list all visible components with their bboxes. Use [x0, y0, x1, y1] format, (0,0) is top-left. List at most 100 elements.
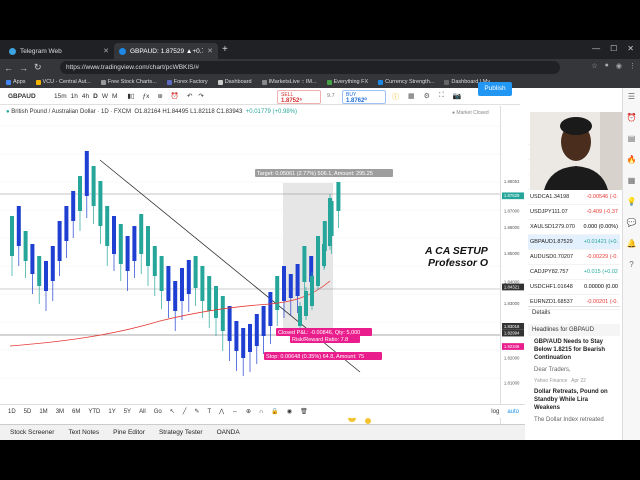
- close-window-icon[interactable]: ✕: [627, 44, 634, 53]
- reload-icon[interactable]: ↻: [34, 62, 42, 73]
- watchlist-row[interactable]: GBPAUD1.87529 +0.01421 (+0.: [528, 235, 620, 250]
- brush-icon[interactable]: ✎: [194, 408, 199, 415]
- stop-label[interactable]: Stop: 0.00648 (0.35%) 64.8, Amount: 75: [264, 352, 382, 360]
- measure-icon[interactable]: ⇔: [232, 409, 238, 415]
- risk-reward-label[interactable]: Risk/Reward Ratio: 7.8: [290, 335, 360, 343]
- bookmark-everything-fx[interactable]: Everything FX: [326, 79, 368, 85]
- details-header[interactable]: Details: [528, 306, 620, 318]
- tab-pine-editor[interactable]: Pine Editor: [113, 429, 145, 436]
- watchlist-row[interactable]: CADJPY82.757 +0.015 (+0.02: [528, 265, 620, 280]
- range-ytd[interactable]: YTD: [88, 409, 100, 415]
- tab-stock-screener[interactable]: Stock Screener: [10, 429, 54, 436]
- log-toggle[interactable]: log: [491, 409, 499, 415]
- calendar-icon[interactable]: ▦: [628, 176, 636, 185]
- range-1y[interactable]: 1Y: [108, 409, 115, 415]
- zoom-icon[interactable]: ⊕: [246, 408, 251, 415]
- watchlist-change: 0.00000 (0.00: [584, 284, 618, 290]
- star-icon[interactable]: ☆: [591, 62, 597, 70]
- range-5y[interactable]: 5Y: [124, 409, 131, 415]
- watchlist-row[interactable]: USDJPY111.07 -0.409 (-0.37: [528, 205, 620, 220]
- new-tab-button[interactable]: +: [222, 44, 228, 55]
- interval-d[interactable]: D: [93, 93, 98, 100]
- maximize-icon[interactable]: ☐: [610, 44, 617, 53]
- close-tab-icon[interactable]: ✕: [207, 47, 213, 55]
- watchlist-row[interactable]: USDCHF1.01648 0.00000 (0.00: [528, 280, 620, 295]
- magnet-icon[interactable]: ∩: [259, 409, 263, 415]
- range-5d[interactable]: 5D: [24, 409, 32, 415]
- interval-15m[interactable]: 15m: [54, 93, 67, 100]
- candle-body: [16, 206, 21, 246]
- bookmark-dashboard[interactable]: Dashboard: [217, 79, 252, 85]
- compare-icon[interactable]: ⊕: [157, 92, 162, 100]
- chat-icon[interactable]: 💬: [627, 218, 637, 227]
- watchlist-icon[interactable]: ☰: [628, 92, 635, 101]
- info-icon[interactable]: ⓘ: [392, 92, 399, 102]
- news-headline-1[interactable]: GBP/AUD Needs to Stay Below 1.8215 for B…: [528, 336, 620, 364]
- chart-type-icon[interactable]: ▮▯: [127, 92, 134, 100]
- lock-icon[interactable]: 🔒: [271, 408, 278, 415]
- publish-button[interactable]: Publish: [478, 82, 512, 96]
- tab-strategy-tester[interactable]: Strategy Tester: [159, 429, 203, 436]
- trash-icon[interactable]: 🗑: [300, 408, 308, 415]
- tab-tradingview[interactable]: GBPAUD: 1.87529 ▲+0.76% — ✕: [114, 43, 218, 59]
- fullscreen-icon[interactable]: ⛶: [439, 92, 444, 102]
- range-1m[interactable]: 1M: [39, 409, 47, 415]
- help-icon[interactable]: ?: [629, 260, 633, 269]
- pnl-label[interactable]: Closed P&L: -0.00846, Qty: 5,000: [276, 328, 372, 336]
- go-to-date[interactable]: Go: [154, 409, 162, 415]
- watchlist-row[interactable]: XAULSD1279.070 0.000 (0.00%): [528, 220, 620, 235]
- range-6m[interactable]: 6M: [72, 409, 80, 415]
- ideas-icon[interactable]: 💡: [627, 197, 637, 206]
- tab-text-notes[interactable]: Text Notes: [68, 429, 99, 436]
- interval-4h[interactable]: 4h: [82, 93, 89, 100]
- bookmark-currency-strength[interactable]: Currency Strength...: [378, 79, 434, 85]
- close-tab-icon[interactable]: ✕: [103, 47, 109, 55]
- trendline-icon[interactable]: ╱: [183, 408, 187, 415]
- alerts-icon[interactable]: ⏰: [627, 113, 637, 122]
- interval-1h[interactable]: 1h: [71, 93, 78, 100]
- profile-icon[interactable]: ◉: [616, 62, 622, 70]
- notifications-icon[interactable]: 🔔: [627, 239, 637, 248]
- range-3m[interactable]: 3M: [56, 409, 64, 415]
- buy-button[interactable]: BUY 1.8762⁰: [342, 90, 386, 104]
- range-all[interactable]: All: [139, 409, 146, 415]
- replay-icon[interactable]: ↶: [187, 92, 192, 100]
- indicators-icon[interactable]: ƒx: [143, 93, 150, 100]
- layout-icon[interactable]: ▦: [408, 92, 415, 102]
- bookmark-imarketslive[interactable]: IMarketsLive :: IM...: [261, 79, 317, 85]
- pattern-icon[interactable]: ⋀: [219, 408, 224, 415]
- eye-icon[interactable]: ◉: [287, 408, 292, 415]
- text-icon[interactable]: T: [207, 409, 211, 415]
- auto-toggle[interactable]: auto: [507, 409, 519, 415]
- interval-w[interactable]: W: [102, 93, 108, 100]
- bookmark-vcu[interactable]: VCU - Central Aut...: [35, 79, 91, 85]
- bookmark-apps[interactable]: Apps: [6, 79, 26, 85]
- settings-icon[interactable]: ⚙: [424, 92, 430, 102]
- price-axis[interactable]: 1.880531.875291.870001.860001.850001.840…: [500, 106, 525, 440]
- news-headline-2[interactable]: Dollar Retreats, Pound on Standby While …: [528, 386, 620, 414]
- alert-icon[interactable]: ⏰: [171, 92, 179, 100]
- watchlist-row[interactable]: AUDUSD0.70207 -0.00229 (-0.: [528, 250, 620, 265]
- price-chart[interactable]: Target: 0.05061 (2.77%) 506.1, Amount: 2…: [0, 106, 500, 440]
- tab-telegram[interactable]: Telegram Web ✕: [4, 43, 114, 59]
- sell-button[interactable]: SELL 1.8752⁶: [277, 90, 321, 104]
- data-window-icon[interactable]: ▤: [628, 134, 636, 143]
- target-label[interactable]: Target: 0.05061 (2.77%) 506.1, Amount: 2…: [255, 169, 393, 177]
- forward-icon[interactable]: →: [19, 63, 28, 73]
- minimize-icon[interactable]: —: [592, 44, 600, 53]
- tab-oanda[interactable]: OANDA: [217, 429, 240, 436]
- extension-icon[interactable]: ●: [605, 62, 609, 70]
- watchlist-row[interactable]: USDCA1.34198 -0.00546 (-0.: [528, 190, 620, 205]
- bookmark-free-stock-charts[interactable]: Free Stock Charts...: [100, 79, 157, 85]
- menu-icon[interactable]: ⋮: [629, 62, 636, 70]
- symbol-search[interactable]: GBPAUD: [8, 93, 50, 100]
- cursor-icon[interactable]: ↖: [170, 408, 175, 415]
- redo-icon[interactable]: ↷: [198, 92, 203, 100]
- hotlist-icon[interactable]: 🔥: [627, 155, 637, 164]
- bookmark-forex-factory[interactable]: Forex Factory: [166, 79, 208, 85]
- url-field[interactable]: https://www.tradingview.com/chart/pcWBKI…: [60, 61, 560, 74]
- camera-icon[interactable]: 📷: [453, 92, 462, 102]
- interval-m[interactable]: M: [112, 93, 117, 100]
- range-1d[interactable]: 1D: [8, 409, 16, 415]
- back-icon[interactable]: ←: [4, 63, 13, 73]
